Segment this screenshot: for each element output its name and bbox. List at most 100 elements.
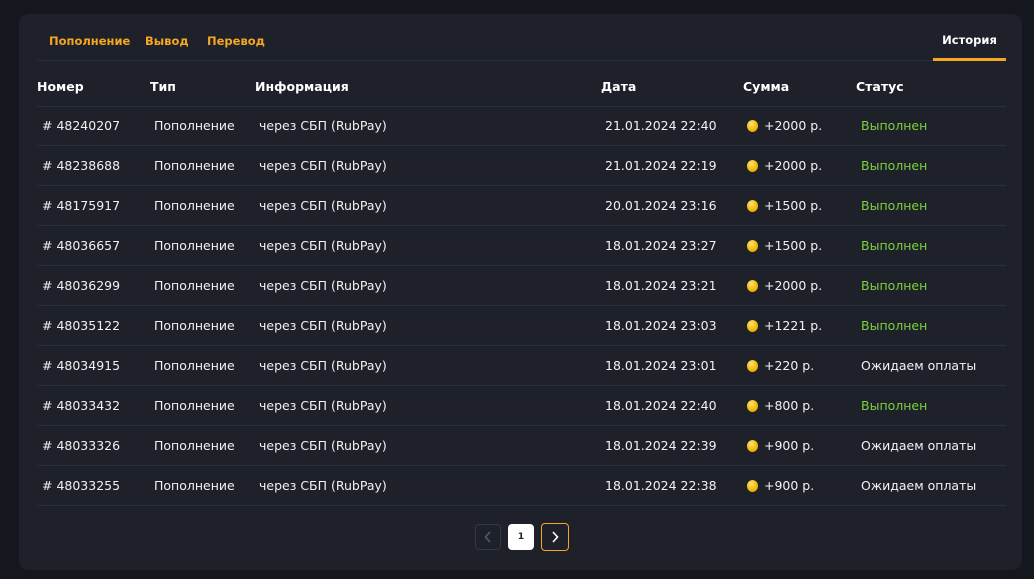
cell-sum: +800 р. bbox=[747, 398, 814, 413]
cell-info: через СБП (RubPay) bbox=[259, 238, 387, 253]
sum-value: +1500 р. bbox=[764, 198, 823, 213]
status-badge: Ожидаем оплаты bbox=[861, 438, 977, 453]
cell-number: # 48033255 bbox=[42, 478, 121, 493]
prev-page-button[interactable] bbox=[475, 524, 501, 550]
cell-number: # 48033326 bbox=[42, 438, 121, 453]
cell-type: Пополнение bbox=[154, 118, 235, 133]
cell-number: # 48033432 bbox=[42, 398, 121, 413]
cell-sum: +220 р. bbox=[747, 358, 814, 373]
cell-info: через СБП (RubPay) bbox=[259, 438, 387, 453]
coin-icon bbox=[747, 240, 758, 252]
table-row: # 48034915 Пополнение через СБП (RubPay) 18… bbox=[37, 346, 1006, 386]
coin-icon bbox=[747, 440, 758, 452]
cell-number: # 48238688 bbox=[42, 158, 121, 173]
sum-value: +2000 р. bbox=[764, 278, 823, 293]
coin-icon bbox=[747, 200, 758, 212]
cell-sum: +2000 р. bbox=[747, 158, 822, 173]
cell-info: через СБП (RubPay) bbox=[259, 478, 387, 493]
cell-date: 18.01.2024 22:39 bbox=[605, 438, 717, 453]
cell-sum: +1500 р. bbox=[747, 198, 822, 213]
cell-date: 18.01.2024 23:01 bbox=[605, 358, 717, 373]
cell-number: # 48035122 bbox=[42, 318, 121, 333]
table-row: # 48033255 Пополнение через СБП (RubPay) 18… bbox=[37, 466, 1006, 506]
coin-icon bbox=[747, 160, 758, 172]
sum-value: +220 р. bbox=[764, 358, 815, 373]
cell-info: через СБП (RubPay) bbox=[259, 158, 387, 173]
cell-type: Пополнение bbox=[154, 198, 235, 213]
cell-date: 21.01.2024 22:19 bbox=[605, 158, 717, 173]
cell-info: через СБП (RubPay) bbox=[259, 398, 387, 413]
column-header-status: Статус bbox=[856, 79, 904, 94]
cell-type: Пополнение bbox=[154, 238, 235, 253]
cell-date: 18.01.2024 23:03 bbox=[605, 318, 717, 333]
cell-type: Пополнение bbox=[154, 398, 235, 413]
cell-type: Пополнение bbox=[154, 318, 235, 333]
cell-info: через СБП (RubPay) bbox=[259, 118, 387, 133]
cell-info: через СБП (RubPay) bbox=[259, 278, 387, 293]
status-badge: Выполнен bbox=[861, 118, 928, 133]
sum-value: +2000 р. bbox=[764, 118, 823, 133]
cell-sum: +900 р. bbox=[747, 438, 814, 453]
column-header-number: Номер bbox=[37, 79, 84, 94]
status-badge: Ожидаем оплаты bbox=[861, 358, 977, 373]
sum-value: +1500 р. bbox=[764, 238, 823, 253]
coin-icon bbox=[747, 320, 758, 332]
cell-date: 18.01.2024 22:38 bbox=[605, 478, 717, 493]
table-row: # 48175917 Пополнение через СБП (RubPay) 20… bbox=[37, 186, 1006, 226]
table-row: # 48036299 Пополнение через СБП (RubPay) 18… bbox=[37, 266, 1006, 306]
column-header-type: Тип bbox=[150, 79, 176, 94]
cell-sum: +1500 р. bbox=[747, 238, 822, 253]
cell-info: через СБП (RubPay) bbox=[259, 358, 387, 373]
cell-number: # 48240207 bbox=[42, 118, 121, 133]
table-body: # 48240207 Пополнение через СБП (RubPay) 21… bbox=[37, 106, 1006, 506]
cell-sum: +2000 р. bbox=[747, 278, 822, 293]
cell-date: 20.01.2024 23:16 bbox=[605, 198, 717, 213]
cell-date: 18.01.2024 23:21 bbox=[605, 278, 717, 293]
cell-sum: +2000 р. bbox=[747, 118, 822, 133]
column-header-info: Информация bbox=[255, 79, 349, 94]
coin-icon bbox=[747, 120, 758, 132]
tab-history[interactable]: История bbox=[933, 14, 1006, 61]
table-row: # 48033326 Пополнение через СБП (RubPay) 18… bbox=[37, 426, 1006, 466]
cell-type: Пополнение bbox=[154, 478, 235, 493]
cell-type: Пополнение bbox=[154, 358, 235, 373]
chevron-left-icon bbox=[484, 531, 491, 543]
coin-icon bbox=[747, 400, 758, 412]
tab-withdraw[interactable]: Вывод bbox=[145, 34, 189, 48]
table-row: # 48036657 Пополнение через СБП (RubPay) 18… bbox=[37, 226, 1006, 266]
table-row: # 48035122 Пополнение через СБП (RubPay) 18… bbox=[37, 306, 1006, 346]
cell-info: через СБП (RubPay) bbox=[259, 198, 387, 213]
coin-icon bbox=[747, 280, 758, 292]
sum-value: +900 р. bbox=[764, 478, 815, 493]
cell-type: Пополнение bbox=[154, 158, 235, 173]
coin-icon bbox=[747, 480, 758, 492]
page-button-current[interactable]: 1 bbox=[508, 524, 534, 550]
next-page-button[interactable] bbox=[541, 523, 569, 551]
cell-date: 18.01.2024 23:27 bbox=[605, 238, 717, 253]
cell-number: # 48034915 bbox=[42, 358, 121, 373]
tab-deposit[interactable]: Пополнение bbox=[49, 34, 130, 48]
history-panel: Пополнение Вывод Перевод История Номер Т… bbox=[19, 14, 1022, 570]
status-badge: Выполнен bbox=[861, 398, 928, 413]
cell-sum: +1221 р. bbox=[747, 318, 822, 333]
cell-number: # 48175917 bbox=[42, 198, 121, 213]
cell-date: 18.01.2024 22:40 bbox=[605, 398, 717, 413]
cell-sum: +900 р. bbox=[747, 478, 814, 493]
status-badge: Выполнен bbox=[861, 198, 928, 213]
table-row: # 48033432 Пополнение через СБП (RubPay) 18… bbox=[37, 386, 1006, 426]
cell-type: Пополнение bbox=[154, 278, 235, 293]
sum-value: +2000 р. bbox=[764, 158, 823, 173]
chevron-right-icon bbox=[552, 531, 559, 543]
cell-type: Пополнение bbox=[154, 438, 235, 453]
status-badge: Выполнен bbox=[861, 318, 928, 333]
table-header: Номер Тип Информация Дата Сумма Статус bbox=[37, 70, 1006, 107]
tab-bar: Пополнение Вывод Перевод История bbox=[37, 14, 1006, 61]
cell-info: через СБП (RubPay) bbox=[259, 318, 387, 333]
column-header-date: Дата bbox=[601, 79, 637, 94]
tab-transfer[interactable]: Перевод bbox=[207, 34, 265, 48]
cell-date: 21.01.2024 22:40 bbox=[605, 118, 717, 133]
table-row: # 48240207 Пополнение через СБП (RubPay) 21… bbox=[37, 106, 1006, 146]
sum-value: +800 р. bbox=[764, 398, 815, 413]
cell-number: # 48036657 bbox=[42, 238, 121, 253]
status-badge: Ожидаем оплаты bbox=[861, 478, 977, 493]
